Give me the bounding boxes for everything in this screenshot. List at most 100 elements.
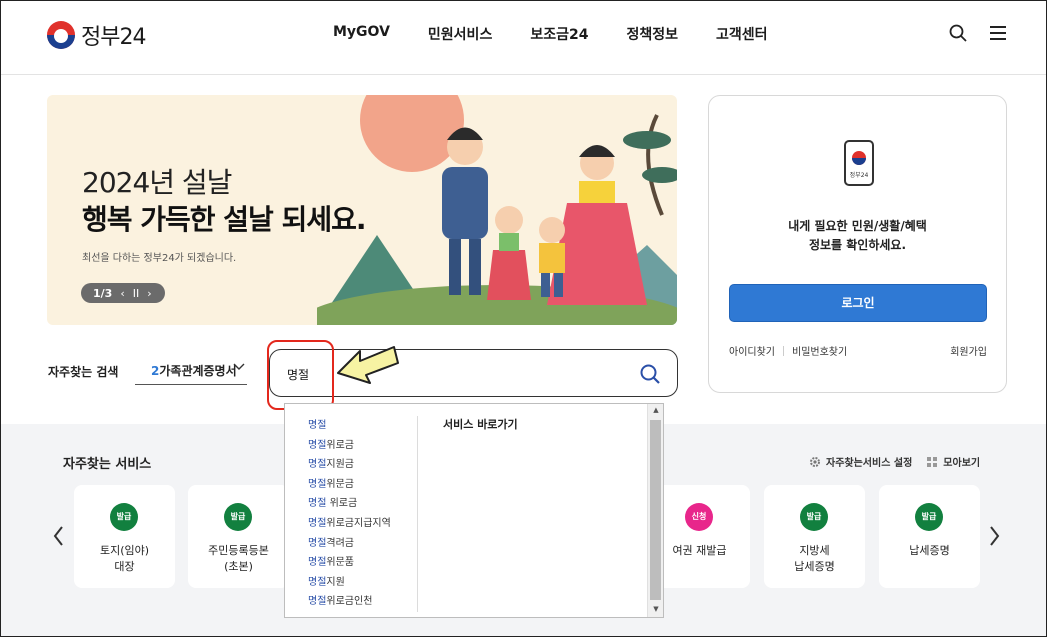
find-password-link[interactable]: 비밀번호찾기 bbox=[792, 343, 847, 358]
service-label: 납세증명 bbox=[879, 543, 980, 559]
autocomplete-item[interactable]: 명절위로금지급지역 bbox=[308, 514, 391, 534]
main-nav: MyGOV 민원서비스 보조금24 정책정보 고객센터 bbox=[333, 24, 768, 44]
banner-prev-button[interactable]: ‹ bbox=[120, 287, 124, 300]
login-message-line1: 내게 필요한 민원/생활/혜택 bbox=[788, 219, 927, 233]
autocomplete-rest: 지원 bbox=[326, 576, 345, 588]
autocomplete-list: 명절 명절위로금 명절지원금 명절위문금 명절 위로금 명절위로금지급지역 명절… bbox=[308, 416, 391, 612]
service-label: 주민등록등본 (초본) bbox=[188, 543, 289, 575]
autocomplete-item[interactable]: 명절지원금 bbox=[308, 455, 391, 475]
scroll-down-icon[interactable]: ▼ bbox=[651, 605, 661, 615]
autocomplete-item[interactable]: 명절위문금 bbox=[308, 475, 391, 495]
header-icons bbox=[948, 23, 1008, 43]
banner-description: 최선을 다하는 정부24가 되겠습니다. bbox=[82, 253, 237, 264]
service-label: 여권 재발급 bbox=[649, 543, 750, 559]
service-label: 지방세 납세증명 bbox=[764, 543, 865, 575]
scroll-thumb[interactable] bbox=[650, 420, 661, 600]
annotation-highlight-ring bbox=[267, 340, 334, 410]
gear-icon bbox=[810, 456, 820, 467]
autocomplete-item[interactable]: 명절위문품 bbox=[308, 553, 391, 573]
signup-link[interactable]: 회원가입 bbox=[950, 343, 987, 358]
site-header: 정부24 MyGOV 민원서비스 보조금24 정책정보 고객센터 bbox=[1, 1, 1046, 75]
nav-customer-center[interactable]: 고객센터 bbox=[716, 24, 768, 44]
service-label: 토지(임야) 대장 bbox=[74, 543, 175, 575]
autocomplete-match: 명절 bbox=[308, 420, 327, 431]
services-setting-label: 자주찾는서비스 설정 bbox=[826, 458, 913, 469]
autocomplete-rest: 지원금 bbox=[326, 459, 355, 471]
link-divider bbox=[783, 345, 784, 356]
autocomplete-rest: 위로금인천 bbox=[326, 596, 373, 608]
autocomplete-match: 명절 bbox=[308, 478, 327, 490]
banner-pager: 1/3 bbox=[93, 286, 113, 300]
login-message: 내게 필요한 민원/생활/혜택 정보를 확인하세요. bbox=[709, 217, 1006, 255]
autocomplete-rest: 위문금 bbox=[326, 478, 355, 490]
view-all-label: 모아보기 bbox=[943, 458, 981, 469]
service-card[interactable]: 발급 토지(임야) 대장 bbox=[74, 485, 175, 588]
autocomplete-match: 명절 bbox=[308, 498, 327, 510]
banner-next-button[interactable]: › bbox=[147, 287, 151, 300]
logo-text: 정부24 bbox=[81, 25, 146, 50]
banner-illustration bbox=[317, 95, 677, 325]
mobile-app-icon: 정부24 bbox=[844, 140, 874, 186]
service-card[interactable]: 신청 여권 재발급 bbox=[649, 485, 750, 588]
nav-subsidy24[interactable]: 보조금24 bbox=[530, 24, 588, 44]
banner-pause-button[interactable]: II bbox=[133, 287, 140, 300]
autocomplete-item[interactable]: 명절격려금 bbox=[308, 534, 391, 554]
services-title: 자주찾는 서비스 bbox=[63, 457, 152, 472]
service-badge: 발급 bbox=[915, 503, 943, 531]
service-badge: 발급 bbox=[110, 503, 138, 531]
service-card[interactable]: 발급 주민등록등본 (초본) bbox=[188, 485, 289, 588]
dropdown-scrollbar[interactable]: ▲ ▼ bbox=[647, 404, 663, 617]
grid-icon bbox=[927, 456, 938, 467]
autocomplete-item[interactable]: 명절위로금인천 bbox=[308, 592, 391, 612]
nav-civil-service[interactable]: 민원서비스 bbox=[428, 24, 492, 44]
autocomplete-match: 명절 bbox=[308, 517, 327, 529]
service-card[interactable]: 발급 지방세 납세증명 bbox=[764, 485, 865, 588]
logo[interactable]: 정부24 bbox=[47, 19, 146, 51]
service-badge: 발급 bbox=[800, 503, 828, 531]
service-label-line1: 여권 재발급 bbox=[672, 544, 727, 557]
autocomplete-match: 명절 bbox=[308, 459, 327, 471]
nav-policy-info[interactable]: 정책정보 bbox=[626, 24, 678, 44]
taegeuk-logo-icon bbox=[47, 21, 75, 49]
autocomplete-rest: 위로금 bbox=[326, 439, 355, 451]
service-badge: 신청 bbox=[685, 503, 713, 531]
service-label-line2: (초본) bbox=[224, 560, 253, 573]
carousel-next-icon[interactable] bbox=[986, 524, 1002, 548]
service-shortcut-title: 서비스 바로가기 bbox=[443, 418, 518, 431]
service-label-line1: 토지(임야) bbox=[99, 544, 150, 557]
banner-controls: 1/3 ‹ II › bbox=[81, 283, 165, 303]
autocomplete-rest: 위문품 bbox=[326, 557, 355, 569]
autocomplete-match: 명절 bbox=[308, 596, 327, 608]
autocomplete-dropdown: 명절 명절위로금 명절지원금 명절위문금 명절 위로금 명절위로금지급지역 명절… bbox=[284, 403, 664, 618]
autocomplete-match: 명절 bbox=[308, 557, 327, 569]
nav-mygov[interactable]: MyGOV bbox=[333, 24, 390, 44]
service-label-line2: 납세증명 bbox=[794, 560, 835, 573]
autocomplete-item[interactable]: 명절위로금 bbox=[308, 436, 391, 456]
search-icon[interactable] bbox=[639, 363, 661, 385]
autocomplete-item[interactable]: 명절지원 bbox=[308, 573, 391, 593]
app-label: 정부24 bbox=[849, 172, 869, 179]
hamburger-menu-icon[interactable] bbox=[988, 23, 1008, 43]
annotation-arrow-icon bbox=[337, 346, 399, 384]
autocomplete-rest: 위로금지급지역 bbox=[326, 517, 391, 529]
login-card: 정부24 내게 필요한 민원/생활/혜택 정보를 확인하세요. 로그인 아이디찾… bbox=[708, 95, 1007, 393]
autocomplete-match: 명절 bbox=[308, 537, 327, 549]
service-card[interactable]: 발급 납세증명 bbox=[879, 485, 980, 588]
carousel-prev-icon[interactable] bbox=[51, 524, 67, 548]
view-all-button[interactable]: 모아보기 bbox=[926, 454, 980, 469]
find-id-link[interactable]: 아이디찾기 bbox=[729, 343, 775, 358]
autocomplete-match: 명절 bbox=[308, 439, 327, 451]
services-options: 자주찾는서비스 설정 모아보기 bbox=[809, 454, 980, 469]
login-button[interactable]: 로그인 bbox=[729, 284, 987, 322]
service-label-line1: 지방세 bbox=[799, 544, 830, 557]
autocomplete-match: 명절 bbox=[308, 576, 327, 588]
autocomplete-item[interactable]: 명절 bbox=[308, 416, 391, 436]
services-setting-button[interactable]: 자주찾는서비스 설정 bbox=[809, 454, 912, 469]
autocomplete-item[interactable]: 명절 위로금 bbox=[308, 494, 391, 514]
dropdown-divider bbox=[417, 416, 418, 612]
search-icon[interactable] bbox=[948, 23, 968, 43]
main-banner[interactable]: 2024년 설날 행복 가득한 설날 되세요. 최선을 다하는 정부24가 되겠… bbox=[47, 95, 677, 325]
service-label-line1: 주민등록등본 bbox=[208, 544, 269, 557]
frequent-search-select[interactable]: 2가족관계증명서 bbox=[135, 359, 247, 385]
scroll-up-icon[interactable]: ▲ bbox=[651, 406, 661, 416]
